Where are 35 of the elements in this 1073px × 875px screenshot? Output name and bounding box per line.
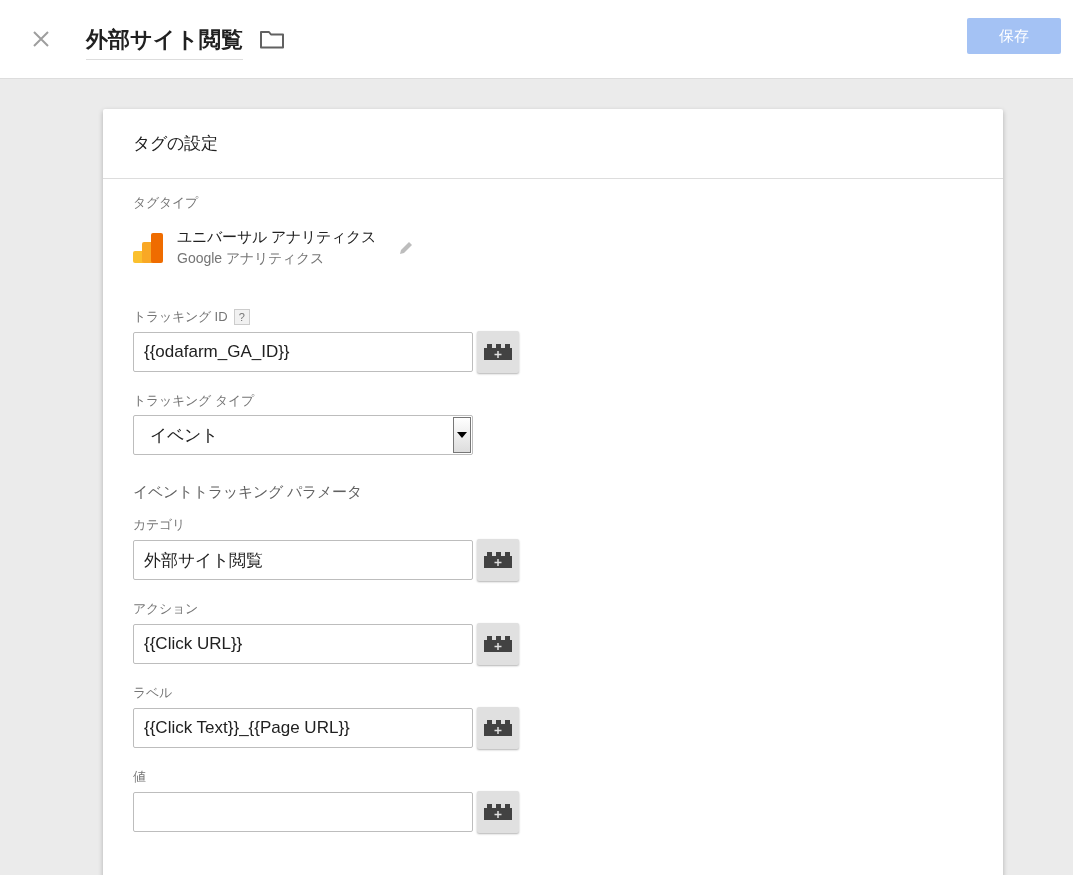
- field-label: 値: [133, 768, 146, 786]
- text-field[interactable]: 外部サイト閲覧: [133, 540, 473, 580]
- card-title: タグの設定: [133, 133, 218, 155]
- section-heading: イベントトラッキング パラメータ: [133, 483, 364, 502]
- field-label: カテゴリ: [133, 516, 185, 534]
- variable-button[interactable]: [477, 331, 519, 373]
- dropdown-arrow-icon: [457, 432, 467, 438]
- close-icon: [32, 30, 50, 48]
- tag-type-name: ユニバーサル アナリティクス: [177, 228, 377, 247]
- brick-plus-icon: [484, 552, 512, 568]
- dropdown[interactable]: イベント: [133, 415, 473, 455]
- field-label: トラッキング タイプ: [133, 392, 254, 410]
- bar-chart-icon: [133, 233, 163, 263]
- brick-plus-icon: [484, 636, 512, 652]
- folder-icon: [259, 29, 285, 49]
- tag-name-field[interactable]: 外部サイト閲覧: [86, 18, 243, 60]
- variable-button[interactable]: [477, 623, 519, 665]
- brick-plus-icon: [484, 344, 512, 360]
- text-field[interactable]: [133, 792, 473, 832]
- folder-button[interactable]: [259, 29, 285, 49]
- help-button[interactable]: ?: [233, 309, 250, 325]
- variable-button[interactable]: [477, 707, 519, 749]
- field-label: タグタイプ: [133, 194, 200, 212]
- field-label: アクション: [133, 600, 198, 618]
- variable-button[interactable]: [477, 791, 519, 833]
- tag-type-vendor: Google アナリティクス: [177, 250, 326, 268]
- text-field[interactable]: {{odafarm_GA_ID}}: [133, 332, 473, 372]
- variable-button[interactable]: [477, 539, 519, 581]
- pencil-icon: [398, 240, 415, 256]
- brick-plus-icon: [484, 804, 512, 820]
- brick-plus-icon: [484, 720, 512, 736]
- field-label: ラベル: [133, 684, 172, 702]
- text-field[interactable]: {{Click Text}}_{{Page URL}}: [133, 708, 473, 748]
- field-label: トラッキング ID: [133, 308, 228, 326]
- text-field[interactable]: {{Click URL}}: [133, 624, 473, 664]
